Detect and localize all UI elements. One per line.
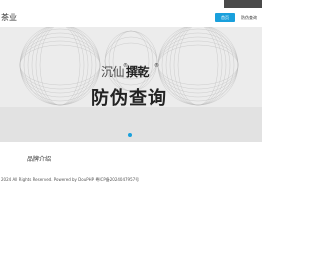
carousel-dot[interactable] (128, 133, 132, 137)
footer-copyright: 2024 All Rights Reserved. Powered by Dou… (1, 177, 140, 182)
top-bar (0, 0, 262, 8)
brand-name-right: 撰乾 (126, 65, 150, 79)
registered-mark-icon: ® (123, 63, 128, 69)
registered-mark-icon-2: ® (154, 63, 159, 69)
nav-item-anti-counterfeit-query[interactable]: 防伪查询 (239, 13, 257, 22)
banner-lower-band (0, 107, 262, 142)
site-logo[interactable]: 茶业 (1, 12, 17, 23)
main-nav: 首页 防伪查询 (215, 13, 257, 22)
brand-name-left: 沉仙 (101, 65, 125, 79)
top-bar-links[interactable] (224, 0, 262, 8)
nav-item-home[interactable]: 首页 (215, 13, 235, 22)
section-title[interactable]: 品牌介绍 (27, 154, 51, 163)
